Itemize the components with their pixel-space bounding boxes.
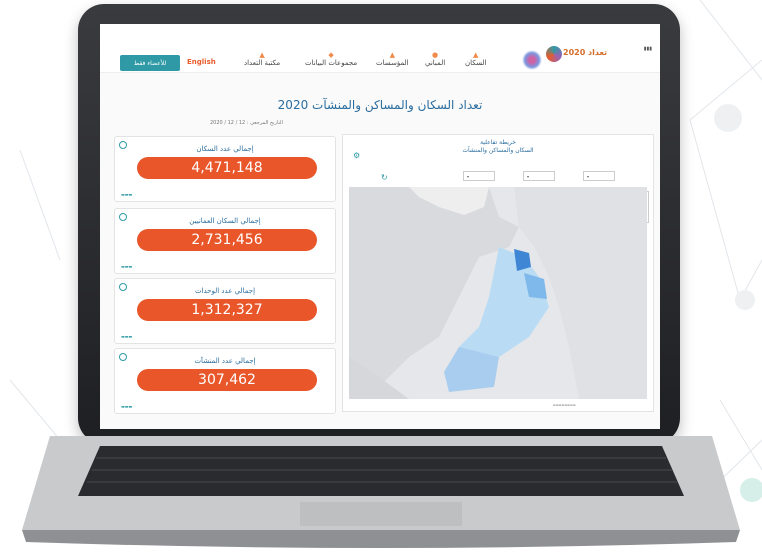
nav-item-population[interactable]: ▲ السكان bbox=[465, 51, 486, 67]
details-link[interactable]: ▬▬▬ bbox=[121, 334, 132, 339]
nav-item-datasets[interactable]: ◆ مجموعات البيانات bbox=[305, 51, 357, 67]
population-icon: ▲ bbox=[473, 51, 479, 59]
details-link[interactable]: ▬▬▬ bbox=[121, 264, 132, 269]
filter-select-3[interactable]: ▾ bbox=[583, 171, 615, 181]
stat-card-total-population: إجمالي عدد السكان 4,471,148 ▬▬▬ bbox=[114, 136, 336, 202]
stat-card-total-units: إجمالي عدد الوحدات 1,312,327 ▬▬▬ bbox=[114, 278, 336, 344]
nav-item-census-library[interactable]: ▲ مكتبة التعداد bbox=[244, 51, 280, 67]
stat-value: 4,471,148 bbox=[137, 157, 317, 179]
stat-label: إجمالي عدد السكان bbox=[196, 145, 254, 153]
oman-choropleth-map[interactable] bbox=[349, 187, 647, 399]
census-swirl-logo bbox=[522, 50, 542, 70]
census-2020-logo: تعداد 2020 bbox=[563, 48, 608, 57]
stat-label: إجمالي السكان العمانيين bbox=[189, 217, 261, 225]
nav-item-buildings[interactable]: ● المباني bbox=[425, 51, 445, 67]
map-title: خريطة تفاعلية السكان والمساكن والمنشآت bbox=[462, 139, 534, 154]
stat-value: 1,312,327 bbox=[137, 299, 317, 321]
details-link[interactable]: ▬▬▬ bbox=[121, 404, 132, 409]
members-only-button[interactable]: للأعضاء فقط bbox=[120, 55, 180, 71]
filter-select-2[interactable]: ▾ bbox=[523, 171, 555, 181]
ncsi-logo: ▮▮▮ bbox=[643, 46, 652, 52]
trackpad bbox=[300, 502, 462, 526]
establishments-icon: ▲ bbox=[389, 51, 395, 59]
filter-select-1[interactable]: ▾ bbox=[463, 171, 495, 181]
map-attribution: ▬▬▬▬▬▬▬▬ bbox=[553, 403, 576, 407]
refresh-icon[interactable]: ↻ bbox=[381, 173, 388, 182]
nav-item-establishments[interactable]: ▲ المؤسسات bbox=[376, 51, 409, 67]
language-switch-link[interactable]: English bbox=[187, 58, 216, 66]
details-link[interactable]: ▬▬▬ bbox=[121, 192, 132, 197]
laptop-screen: للأعضاء فقط English ▲ مكتبة التعداد ◆ مج… bbox=[100, 24, 660, 429]
census-2020-badge-logo bbox=[546, 46, 562, 62]
buildings-icon: ● bbox=[432, 51, 439, 59]
datasets-icon: ◆ bbox=[328, 51, 334, 59]
reference-date: التاريخ المرجعي : 12 / 12 / 2020 bbox=[210, 120, 283, 126]
laptop-base bbox=[22, 436, 740, 548]
stat-value: 2,731,456 bbox=[137, 229, 317, 251]
stat-label: إجمالي عدد المنشآت bbox=[194, 357, 256, 365]
stat-card-omani-population: إجمالي السكان العمانيين 2,731,456 ▬▬▬ bbox=[114, 208, 336, 274]
page-title: تعداد السكان والمساكن والمنشآت 2020 bbox=[277, 98, 483, 112]
interactive-map-panel: ⚙ خريطة تفاعلية السكان والمساكن والمنشآت… bbox=[342, 134, 654, 412]
stat-card-total-establishments: إجمالي عدد المنشآت 307,462 ▬▬▬ bbox=[114, 348, 336, 414]
top-navigation-bar: للأعضاء فقط English ▲ مكتبة التعداد ◆ مج… bbox=[100, 24, 660, 73]
keyboard bbox=[78, 446, 684, 496]
census-library-icon: ▲ bbox=[259, 51, 265, 59]
stat-label: إجمالي عدد الوحدات bbox=[194, 287, 256, 295]
stat-value: 307,462 bbox=[137, 369, 317, 391]
